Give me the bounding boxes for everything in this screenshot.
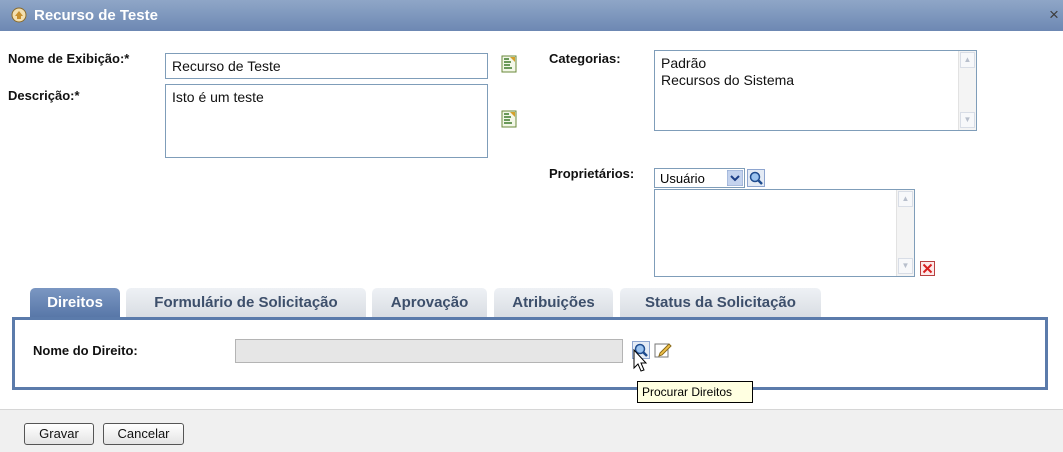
description-label: Descrição:* [8,88,80,103]
tab-status-solicitacao[interactable]: Status da Solicitação [620,288,821,317]
tab-direitos[interactable]: Direitos [30,288,120,317]
display-name-input[interactable]: Recurso de Teste [165,53,488,79]
categories-label: Categorias: [549,51,621,66]
owners-scrollbar[interactable]: ▲ ▼ [896,190,914,276]
chevron-down-icon[interactable] [727,170,743,186]
categories-list[interactable]: Padrão Recursos do Sistema ▲ ▼ [654,50,977,131]
owners-label: Proprietários: [549,166,635,181]
tooltip: Procurar Direitos [637,381,753,403]
close-icon[interactable]: × [1046,6,1062,24]
category-item[interactable]: Padrão [661,55,794,72]
tab-formulario-solicitacao[interactable]: Formulário de Solicitação [126,288,366,317]
entitlement-name-input[interactable] [235,339,623,363]
scroll-up-icon[interactable]: ▲ [898,191,913,207]
cancel-button[interactable]: Cancelar [103,423,184,445]
window-title-bar: Recurso de Teste × [0,0,1063,31]
localize-icon[interactable] [500,110,518,128]
owner-type-select[interactable]: Usuário [654,168,745,188]
owners-list[interactable]: ▲ ▼ [654,189,915,277]
save-button[interactable]: Gravar [24,423,94,445]
search-icon[interactable] [747,169,765,187]
category-item[interactable]: Recursos do Sistema [661,72,794,89]
display-name-label: Nome de Exibição:* [8,51,130,66]
description-textarea[interactable]: Isto é um teste [165,84,488,158]
edit-icon[interactable] [654,341,672,359]
categories-scrollbar[interactable]: ▲ ▼ [958,51,976,130]
owner-type-value: Usuário [660,171,705,186]
localize-icon[interactable] [500,55,518,73]
remove-icon[interactable] [920,261,935,276]
scroll-up-icon[interactable]: ▲ [960,52,975,68]
window-title: Recurso de Teste [34,7,158,24]
tab-aprovacao[interactable]: Aprovação [372,288,487,317]
cursor-icon [633,349,648,372]
scroll-down-icon[interactable]: ▼ [898,258,913,274]
resource-icon [11,7,27,23]
tab-atribuicoes[interactable]: Atribuições [494,288,613,317]
entitlement-name-label: Nome do Direito: [33,343,138,358]
scroll-down-icon[interactable]: ▼ [960,112,975,128]
